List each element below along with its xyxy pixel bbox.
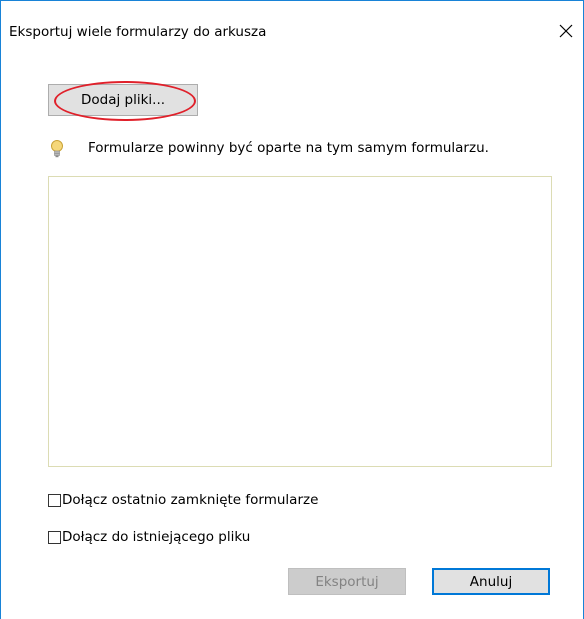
append-existing-label: Dołącz do istniejącego pliku: [62, 529, 251, 545]
close-button[interactable]: [553, 18, 579, 44]
append-existing-checkbox[interactable]: [48, 530, 61, 544]
export-label: Eksportuj: [315, 573, 379, 590]
file-list[interactable]: [48, 176, 552, 467]
include-recent-checkbox[interactable]: [48, 493, 61, 507]
lightbulb-icon: [51, 140, 63, 158]
append-existing-option[interactable]: Dołącz do istniejącego pliku: [48, 529, 250, 545]
hint-text: Formularze powinny być oparte na tym sam…: [88, 140, 489, 156]
cancel-label: Anuluj: [469, 573, 513, 590]
cancel-button[interactable]: Anuluj: [432, 568, 550, 595]
close-icon: [559, 24, 573, 38]
export-forms-dialog: Eksportuj wiele formularzy do arkusza Do…: [0, 0, 584, 619]
export-button[interactable]: Eksportuj: [288, 568, 406, 595]
add-files-button[interactable]: Dodaj pliki...: [48, 84, 198, 116]
dialog-title: Eksportuj wiele formularzy do arkusza: [9, 24, 267, 40]
include-recent-option[interactable]: Dołącz ostatnio zamknięte formularze: [48, 492, 318, 508]
include-recent-label: Dołącz ostatnio zamknięte formularze: [62, 492, 319, 508]
add-files-label: Dodaj pliki...: [80, 92, 166, 108]
